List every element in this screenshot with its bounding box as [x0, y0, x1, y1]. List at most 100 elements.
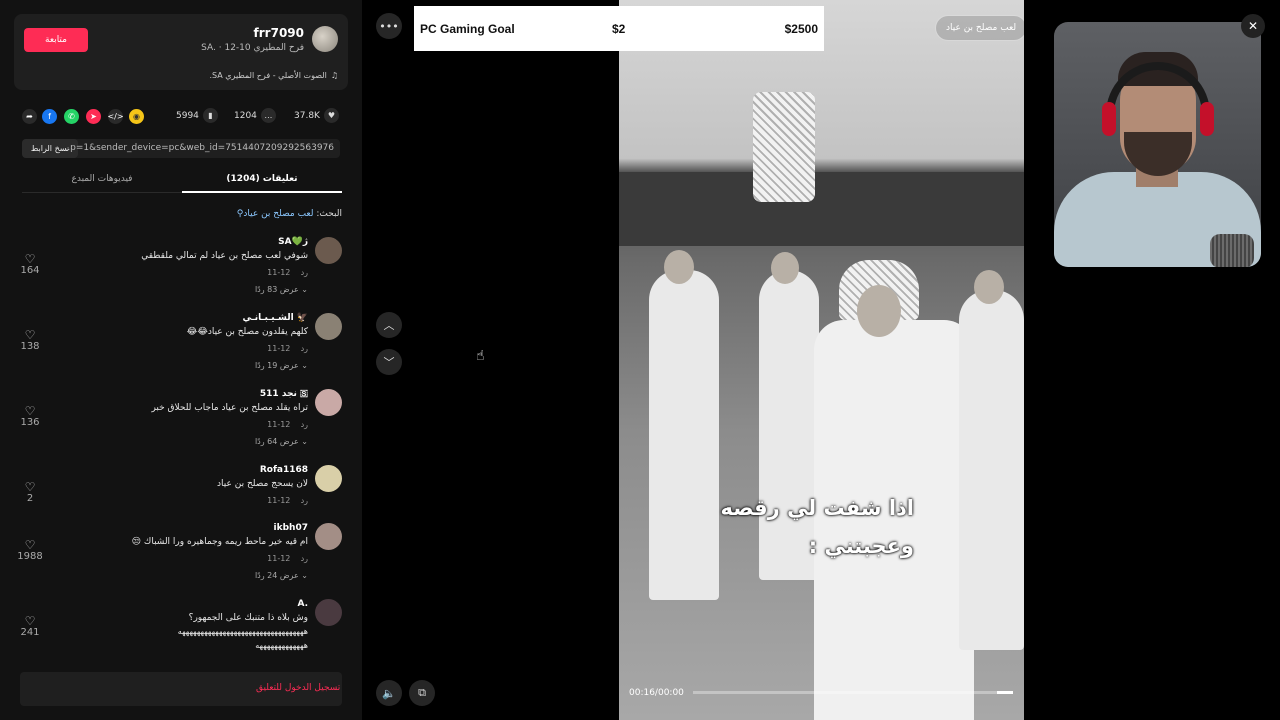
link-row: نسخ الرابط ...p=1&sender_device=pc&web_i…	[22, 139, 340, 158]
commenter-name[interactable]: ikbh07	[274, 523, 308, 533]
more-dots-icon[interactable]: •••	[376, 13, 402, 39]
comment-text: كلهم يقلدون مصلح بن عياد😂😂	[186, 327, 308, 337]
heart-icon: ♥	[323, 108, 339, 123]
comment-like[interactable]: ♡ 241	[14, 615, 46, 638]
commenter-avatar[interactable]	[315, 389, 342, 416]
author-username[interactable]: frr7090	[254, 26, 304, 40]
person-head	[974, 270, 1004, 304]
search-keyword[interactable]: لعب مصلح بن عياد	[243, 209, 313, 219]
bookmark-icon: ▮	[202, 108, 218, 123]
heart-outline-icon: ♡	[24, 538, 36, 552]
commenter-name[interactable]: الشـيـبـانـي 🦅	[243, 313, 308, 323]
search-prefix: البحث:	[313, 209, 342, 219]
replies-label: عرض 24 ردًا	[254, 571, 299, 580]
heart-outline-icon: ♡	[24, 480, 36, 494]
close-icon[interactable]: ✕	[1241, 14, 1265, 38]
commenter-avatar[interactable]	[315, 523, 342, 550]
comment-date: 12-11	[267, 496, 291, 505]
comment-item: A. وش بلاه ذا متنبك على الجمهور؟ ههههههه…	[14, 599, 348, 669]
view-replies-button[interactable]: عرض 64 ردًا ⌄	[255, 437, 308, 446]
comment-text: لان يسحج مصلح بن عياد	[217, 479, 308, 489]
chevron-down-icon: ⌄	[301, 571, 308, 580]
commenter-avatar[interactable]	[315, 237, 342, 264]
view-replies-button[interactable]: عرض 19 ردًا ⌄	[255, 361, 308, 370]
login-to-comment-label[interactable]: تسجيل الدخول للتعليق	[256, 683, 340, 693]
comment-count: 1204	[234, 110, 257, 121]
coin-icon[interactable]: ◉	[129, 109, 144, 124]
video-caption: اذا شفت لي رقصه وعجبتني :	[674, 489, 914, 565]
comment-like[interactable]: ♡ 1988	[14, 539, 46, 562]
commenter-avatar[interactable]	[315, 599, 342, 626]
picture-in-picture-icon[interactable]: ⧉	[409, 680, 435, 706]
follow-button[interactable]: متابعة	[24, 28, 88, 52]
view-replies-button[interactable]: عرض 24 ردًا ⌄	[255, 571, 308, 580]
commenter-name[interactable]: نجد 511 🇸	[260, 389, 308, 399]
author-avatar[interactable]	[312, 26, 338, 52]
video-search-label: لعب مصلح بن عياد	[946, 23, 1017, 33]
comment-like[interactable]: ♡ 164	[14, 253, 46, 276]
webcam-overlay	[1054, 22, 1261, 267]
video-progress-bar[interactable]	[693, 691, 1013, 694]
comment-reply[interactable]: رد	[301, 496, 308, 505]
waving-shemagh	[753, 92, 815, 202]
comment-like[interactable]: ♡ 2	[14, 481, 46, 504]
facebook-icon[interactable]: f	[42, 109, 57, 124]
comment-like-count: 138	[20, 341, 40, 352]
commenter-name[interactable]: Rofa1168	[260, 465, 308, 475]
like-stat[interactable]: 37.8K ♥	[294, 108, 339, 123]
tab-creator-videos[interactable]: فيديوهات المبدع	[22, 174, 182, 184]
send-icon[interactable]: ➤	[86, 109, 101, 124]
comment-text-line-3: هههههههههههههه	[255, 641, 308, 650]
video-progress-fill	[997, 691, 1013, 694]
link-url[interactable]: ...p=1&sender_device=pc&web_id=751440720…	[62, 143, 334, 153]
volume-icon[interactable]: 🔈	[376, 680, 402, 706]
embed-icon[interactable]: </>	[107, 109, 124, 124]
comment-date: 12-11	[267, 344, 291, 353]
video-player[interactable]: لعب مصلح بن عياد اذا شفت لي رقصه وعجبتني…	[619, 0, 1024, 720]
comment-item: SA💚ژ شوفي لعب مصلح بن عياد لم تمالي ملقط…	[14, 237, 348, 307]
comment-like[interactable]: ♡ 136	[14, 405, 46, 428]
commenter-avatar[interactable]	[315, 313, 342, 340]
comment-item: نجد 511 🇸 تراه يقلد مصلح بن عياد ماجاب ل…	[14, 389, 348, 459]
comment-text: ام قيه خير ماحط ريمه وجماهيره ورا الشباك…	[131, 537, 308, 547]
comment-reply[interactable]: رد	[301, 268, 308, 277]
comment-reply[interactable]: رد	[301, 554, 308, 563]
comment-text: تراه يقلد مصلح بن عياد ماجاب للحلاق خبر	[151, 403, 308, 413]
view-replies-button[interactable]: عرض 83 ردًا ⌄	[255, 285, 308, 294]
comment-meta: رد 12-11	[267, 554, 308, 563]
comment-meta: رد 12-11	[267, 344, 308, 353]
video-search-chip[interactable]: لعب مصلح بن عياد	[935, 15, 1024, 41]
comment-like[interactable]: ♡ 138	[14, 329, 46, 352]
comment-like-count: 164	[20, 265, 40, 276]
comment-date: 12-11	[267, 554, 291, 563]
comment-like-count: 136	[20, 417, 40, 428]
tab-comments[interactable]: تعليقات (1204)	[182, 174, 342, 184]
comment-like-count: 1988	[17, 551, 43, 562]
comment-reply[interactable]: رد	[301, 344, 308, 353]
caption-line-1: اذا شفت لي رقصه	[720, 496, 914, 520]
music-line[interactable]: ♫الصوت الأصلي - فرح المطيري SA.	[209, 71, 338, 80]
comment-item: ikbh07 ام قيه خير ماحط ريمه وجماهيره ورا…	[14, 523, 348, 593]
comment-reply[interactable]: رد	[301, 420, 308, 429]
whatsapp-icon[interactable]: ✆	[64, 109, 79, 124]
related-search[interactable]: البحث: لعب مصلح بن عياد⚲	[237, 209, 342, 219]
stats-row: ➦ f ✆ ➤ </> ◉ 5994 ▮ 1204… 37.8K ♥	[22, 108, 342, 126]
commenter-name[interactable]: A.	[297, 599, 308, 609]
share-arrow-icon[interactable]: ➦	[22, 109, 37, 124]
dancer-head	[857, 285, 901, 337]
chevron-up-icon[interactable]: ︿	[376, 312, 402, 338]
comment-meta: رد 12-11	[267, 268, 308, 277]
login-to-comment-bar[interactable]: تسجيل الدخول للتعليق	[20, 672, 342, 706]
microphone-icon	[1210, 234, 1254, 267]
save-stat[interactable]: 5994 ▮	[176, 108, 218, 123]
comment-like-count: 2	[26, 493, 34, 504]
streamer-beard	[1124, 132, 1192, 176]
chevron-down-icon[interactable]: ﹀	[376, 349, 402, 375]
commenter-name[interactable]: SA💚ژ	[278, 237, 308, 247]
commenter-avatar[interactable]	[315, 465, 342, 492]
comment-meta: رد 12-11	[267, 420, 308, 429]
replies-label: عرض 83 ردًا	[254, 285, 299, 294]
comment-stat[interactable]: 1204…	[234, 108, 276, 123]
replies-label: عرض 19 ردًا	[254, 361, 299, 370]
comment-item: الشـيـبـانـي 🦅 كلهم يقلدون مصلح بن عياد😂…	[14, 313, 348, 383]
